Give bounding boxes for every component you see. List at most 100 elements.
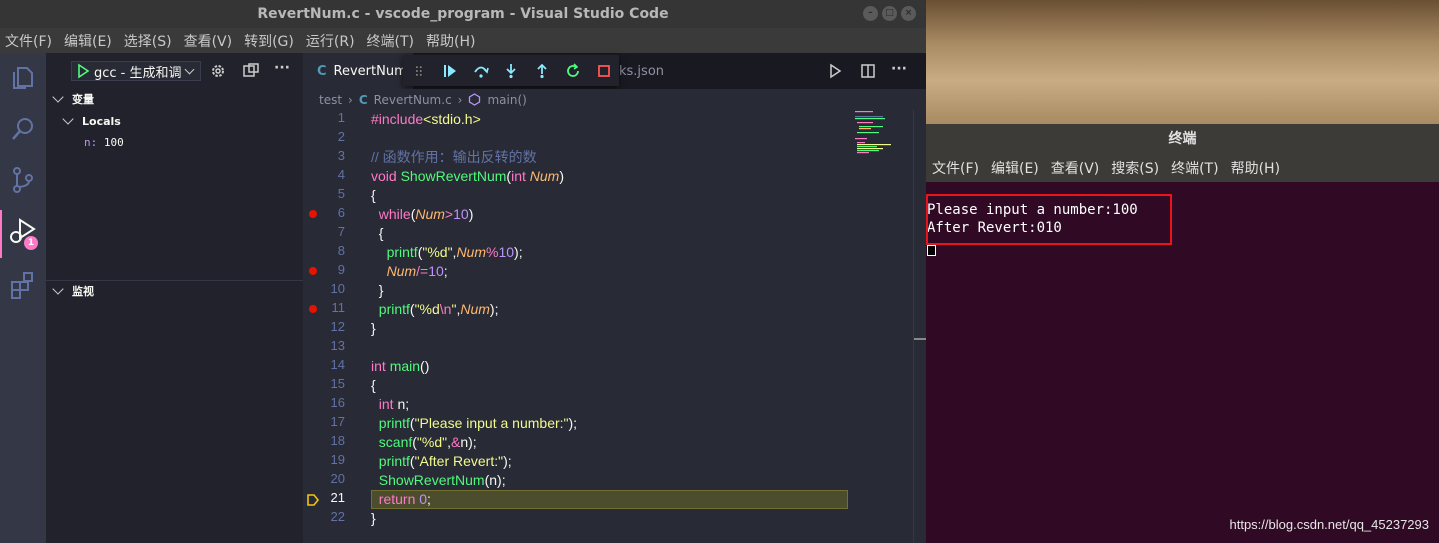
- search-icon[interactable]: [8, 114, 38, 144]
- code-text: return 0;: [371, 490, 431, 509]
- terminal-menu-help[interactable]: 帮助(H): [1231, 158, 1280, 178]
- menu-selection[interactable]: 选择(S): [124, 31, 172, 51]
- code-line[interactable]: 17 printf("Please input a number:");: [303, 414, 913, 433]
- code-text: {: [371, 224, 384, 243]
- gear-icon[interactable]: [209, 62, 227, 80]
- debug-console-icon[interactable]: [242, 62, 260, 80]
- terminal-menu-search[interactable]: 搜索(S): [1111, 158, 1159, 178]
- minimize-button[interactable]: –: [863, 6, 878, 21]
- code-line[interactable]: 22}: [303, 509, 913, 528]
- terminal-output[interactable]: Please input a number:100 After Revert:0…: [926, 182, 1439, 543]
- code-token: );: [489, 301, 499, 317]
- more-actions-icon[interactable]: ···: [274, 60, 290, 76]
- code-line[interactable]: 9 Num/=10;: [303, 262, 913, 281]
- start-debugging-icon[interactable]: [74, 62, 92, 80]
- code-line[interactable]: 1 #include<stdio.h>: [303, 110, 913, 129]
- symbol-method-icon: [469, 93, 481, 106]
- step-over-button[interactable]: [465, 59, 496, 83]
- maximize-button[interactable]: □: [882, 6, 897, 21]
- chevron-right-icon: ›: [348, 92, 353, 107]
- locals-scope-header[interactable]: Locals: [46, 110, 303, 132]
- menu-go[interactable]: 转到(G): [244, 31, 294, 51]
- breadcrumb-symbol[interactable]: main(): [487, 93, 526, 107]
- breadcrumb-folder[interactable]: test: [319, 93, 342, 107]
- code-line[interactable]: 20 ShowRevertNum(n);: [303, 471, 913, 490]
- code-line[interactable]: 13: [303, 338, 913, 357]
- tab-tasks-json[interactable]: ks.json: [619, 53, 664, 89]
- menu-run[interactable]: 运行(R): [306, 31, 355, 51]
- code-line[interactable]: 21 return 0;: [303, 490, 913, 509]
- line-number: 3: [337, 148, 345, 163]
- code-token: return: [378, 491, 420, 507]
- menu-terminal[interactable]: 终端(T): [367, 31, 414, 51]
- menu-view[interactable]: 查看(V): [184, 31, 233, 51]
- code-token: );: [568, 415, 578, 431]
- run-file-icon[interactable]: [827, 63, 843, 79]
- code-token: n;: [397, 396, 410, 412]
- close-button[interactable]: ×: [901, 6, 916, 21]
- code-line[interactable]: 19 printf("After Revert:");: [303, 452, 913, 471]
- code-line[interactable]: 2: [303, 129, 913, 148]
- code-line[interactable]: 14 int main(): [303, 357, 913, 376]
- code-line[interactable]: 11 printf("%d\n",Num);: [303, 300, 913, 319]
- code-line[interactable]: 16 int n;: [303, 395, 913, 414]
- code-line[interactable]: 3 // 函数作用：输出反转的数: [303, 148, 913, 167]
- drag-handle-icon[interactable]: [415, 64, 423, 78]
- split-editor-icon[interactable]: [860, 63, 876, 79]
- terminal-window: 终端 文件(F) 编辑(E) 查看(V) 搜索(S) 终端(T) 帮助(H) P…: [926, 0, 1439, 543]
- extensions-icon[interactable]: [8, 270, 38, 300]
- code-token: "%d: [414, 301, 440, 317]
- source-control-icon[interactable]: [8, 165, 38, 195]
- code-line[interactable]: 6 while(Num>10): [303, 205, 913, 224]
- line-number: 2: [337, 129, 345, 144]
- code-text: int n;: [371, 395, 409, 414]
- code-token: int: [511, 168, 530, 184]
- continue-icon: [444, 64, 457, 77]
- code-line[interactable]: 18 scanf("%d",&n);: [303, 433, 913, 452]
- terminal-menu-file[interactable]: 文件(F): [932, 158, 979, 178]
- menu-help[interactable]: 帮助(H): [426, 31, 475, 51]
- continue-button[interactable]: [435, 59, 466, 83]
- run-config-select[interactable]: gcc - 生成和调: [71, 61, 201, 81]
- code-line[interactable]: 10 }: [303, 281, 913, 300]
- tab-label: ks.json: [619, 63, 665, 79]
- editor-scrollbar[interactable]: [913, 110, 926, 543]
- locals-title: Locals: [82, 114, 121, 128]
- code-token: void: [371, 168, 401, 184]
- breadcrumb: test › C RevertNum.c › main(): [303, 89, 926, 110]
- stop-button[interactable]: [588, 59, 619, 83]
- watch-section-header[interactable]: 监视: [46, 280, 303, 302]
- code-line[interactable]: 4 void ShowRevertNum(int Num): [303, 167, 913, 186]
- code-line[interactable]: 12}: [303, 319, 913, 338]
- terminal-menu-view[interactable]: 查看(V): [1051, 158, 1100, 178]
- code-token: }: [371, 320, 376, 336]
- code-token: printf: [378, 453, 410, 469]
- terminal-menu-terminal[interactable]: 终端(T): [1171, 158, 1218, 178]
- variables-section-header[interactable]: 变量: [46, 88, 303, 110]
- restart-icon: [567, 62, 579, 77]
- line-number: 8: [337, 243, 345, 258]
- terminal-menu-edit[interactable]: 编辑(E): [991, 158, 1039, 178]
- explorer-icon[interactable]: [8, 63, 38, 93]
- minimap[interactable]: [853, 110, 913, 170]
- menu-file[interactable]: 文件(F): [5, 31, 52, 51]
- code-line[interactable]: 7 {: [303, 224, 913, 243]
- restart-button[interactable]: [558, 59, 589, 83]
- variable-row[interactable]: n: 100: [84, 136, 124, 149]
- code-token: 10: [428, 263, 444, 279]
- step-into-button[interactable]: [496, 59, 527, 83]
- code-token: int: [371, 358, 390, 374]
- code-line[interactable]: 5{: [303, 186, 913, 205]
- breadcrumb-file[interactable]: RevertNum.c: [374, 93, 452, 107]
- tab-revertnum[interactable]: C RevertNum: [303, 53, 413, 89]
- code-editor[interactable]: 1 #include<stdio.h> 2 3 // 函数作用：输出反转的数 4 void …: [303, 110, 913, 543]
- code-token: %: [486, 244, 499, 260]
- more-actions-icon[interactable]: ···: [891, 61, 907, 77]
- step-out-button[interactable]: [527, 59, 558, 83]
- code-line[interactable]: 8 printf("%d",Num%10);: [303, 243, 913, 262]
- menu-edit[interactable]: 编辑(E): [64, 31, 112, 51]
- code-token: ): [468, 206, 474, 222]
- line-number: 12: [330, 319, 345, 334]
- code-line[interactable]: 15 {: [303, 376, 913, 395]
